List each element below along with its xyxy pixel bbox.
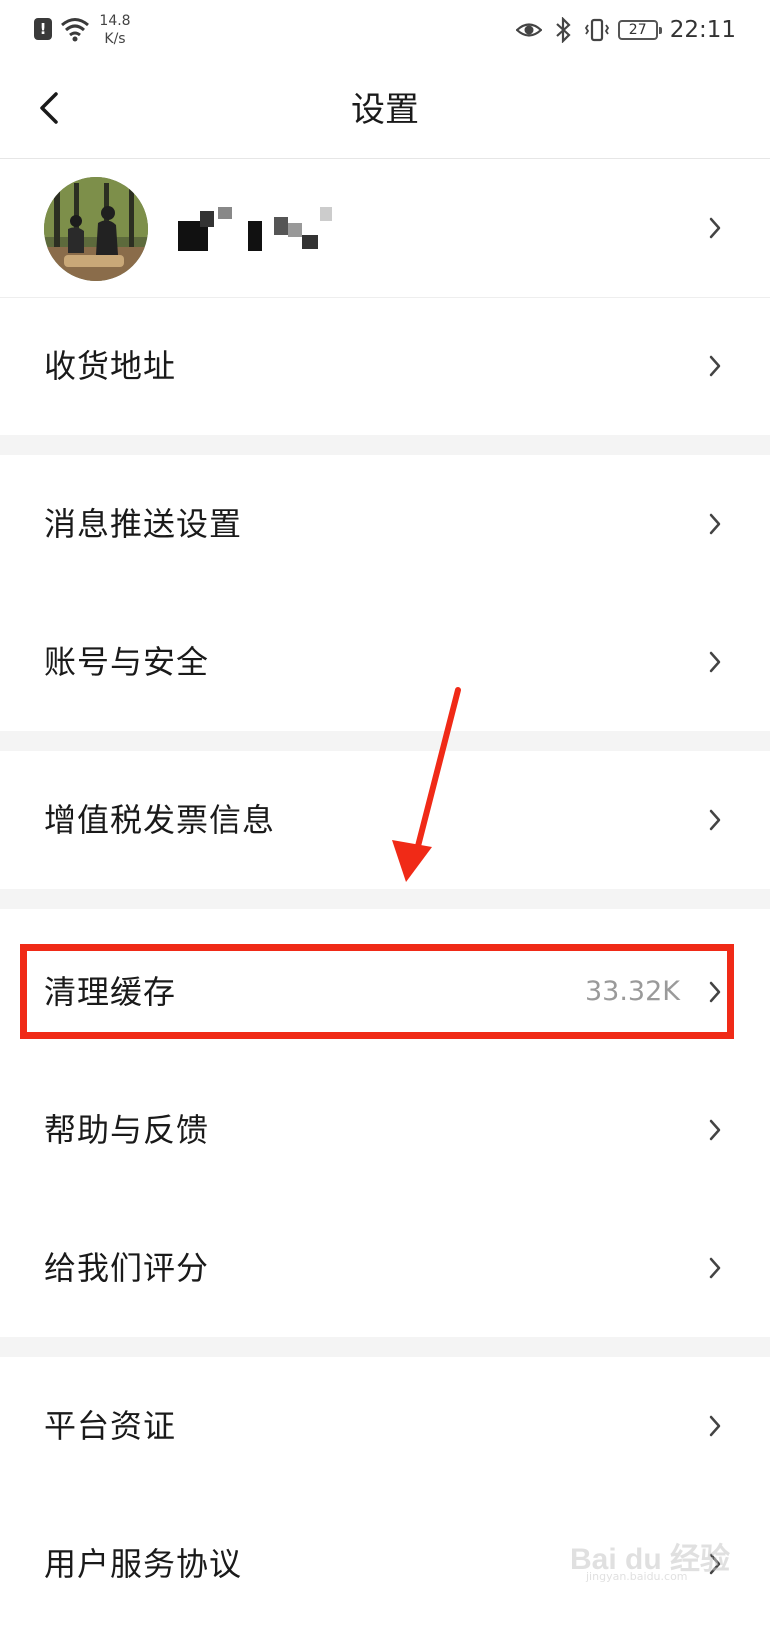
clock: 22:11 (669, 17, 736, 43)
row-label: 消息推送设置 (44, 505, 243, 543)
profile-name-mosaic (178, 207, 338, 253)
row-push-settings[interactable]: 消息推送设置 (0, 455, 770, 593)
wifi-icon (61, 18, 89, 42)
row-account-security[interactable]: 账号与安全 (0, 593, 770, 731)
row-rate-us[interactable]: 给我们评分 (0, 1199, 770, 1337)
row-label: 帮助与反馈 (44, 1111, 210, 1149)
eye-icon (515, 23, 542, 37)
bluetooth-icon (555, 17, 571, 43)
chevron-right-icon (709, 513, 721, 535)
section-divider (0, 889, 770, 909)
section-divider (0, 435, 770, 455)
baidu-watermark: Bai du 经验 jingyan.baidu.com (570, 1500, 730, 1583)
avatar (44, 177, 148, 281)
vibrate-icon (584, 18, 609, 42)
row-label: 用户服务协议 (44, 1545, 243, 1583)
battery-icon: 27 (617, 20, 662, 40)
net-speed-unit: K/s (104, 31, 126, 47)
chevron-right-icon (709, 651, 721, 673)
row-label: 给我们评分 (44, 1249, 210, 1287)
row-help-feedback[interactable]: 帮助与反馈 (0, 1061, 770, 1199)
row-label: 平台资证 (44, 1407, 177, 1445)
section-divider (0, 1337, 770, 1357)
row-label: 收货地址 (44, 347, 177, 385)
chevron-right-icon (709, 1119, 721, 1141)
status-bar: ! 14.8 K/s 27 22:11 (0, 0, 770, 62)
chevron-right-icon (709, 1257, 721, 1279)
net-speed: 14.8 K/s (95, 12, 135, 48)
nav-header: 设置 (0, 62, 770, 159)
chevron-right-icon (709, 217, 721, 239)
status-icons: 27 22:11 (515, 14, 736, 46)
row-shipping-address[interactable]: 收货地址 (0, 297, 770, 435)
row-vat-invoice[interactable]: 增值税发票信息 (0, 751, 770, 889)
profile-row[interactable] (0, 159, 770, 298)
row-label: 增值税发票信息 (44, 801, 276, 839)
chevron-right-icon (709, 809, 721, 831)
chevron-right-icon (709, 1415, 721, 1437)
section-divider (0, 731, 770, 751)
alert-icon: ! (34, 18, 52, 40)
page-title: 设置 (351, 90, 419, 130)
highlight-box (20, 944, 734, 1039)
chevron-right-icon (709, 355, 721, 377)
watermark-url: jingyan.baidu.com (586, 1570, 688, 1583)
net-speed-value: 14.8 (99, 13, 131, 29)
row-label: 账号与安全 (44, 643, 210, 681)
row-platform-qualification[interactable]: 平台资证 (0, 1357, 770, 1495)
